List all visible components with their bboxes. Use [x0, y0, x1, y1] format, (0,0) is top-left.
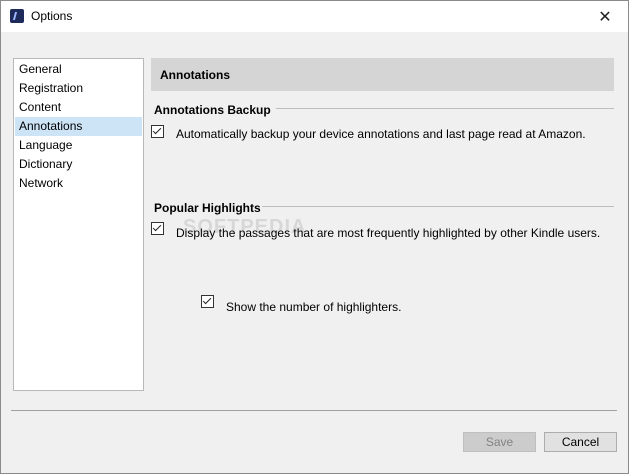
- sidebar-item-registration[interactable]: Registration: [15, 79, 142, 98]
- display-passages-checkbox[interactable]: [151, 222, 164, 235]
- section-header: Annotations: [151, 58, 614, 91]
- section-title: Annotations: [160, 68, 230, 82]
- options-dialog: Options ✕ General Registration Content A…: [0, 0, 629, 474]
- auto-backup-label[interactable]: Automatically backup your device annotat…: [176, 127, 586, 141]
- sidebar-item-annotations[interactable]: Annotations: [15, 117, 142, 136]
- window-title: Options: [31, 9, 73, 23]
- title-bar[interactable]: Options ✕: [1, 1, 628, 32]
- auto-backup-checkbox[interactable]: [151, 125, 164, 138]
- popular-highlights-title: Popular Highlights: [154, 201, 261, 215]
- footer-divider: [11, 410, 617, 411]
- sidebar-item-dictionary[interactable]: Dictionary: [15, 155, 142, 174]
- annotations-backup-title: Annotations Backup: [154, 103, 271, 117]
- annotations-backup-divider: [276, 108, 614, 109]
- display-passages-label[interactable]: Display the passages that are most frequ…: [176, 226, 600, 240]
- save-button[interactable]: Save: [463, 432, 536, 452]
- sidebar-item-content[interactable]: Content: [15, 98, 142, 117]
- popular-highlights-divider: [262, 206, 614, 207]
- close-button[interactable]: ✕: [582, 1, 628, 32]
- show-count-checkbox[interactable]: [201, 295, 214, 308]
- close-icon: ✕: [598, 8, 612, 26]
- show-count-label[interactable]: Show the number of highlighters.: [226, 300, 401, 314]
- category-list: General Registration Content Annotations…: [13, 58, 144, 391]
- sidebar-item-language[interactable]: Language: [15, 136, 142, 155]
- cancel-button[interactable]: Cancel: [544, 432, 617, 452]
- app-icon: [10, 9, 24, 23]
- sidebar-item-network[interactable]: Network: [15, 174, 142, 193]
- sidebar-item-general[interactable]: General: [15, 60, 142, 79]
